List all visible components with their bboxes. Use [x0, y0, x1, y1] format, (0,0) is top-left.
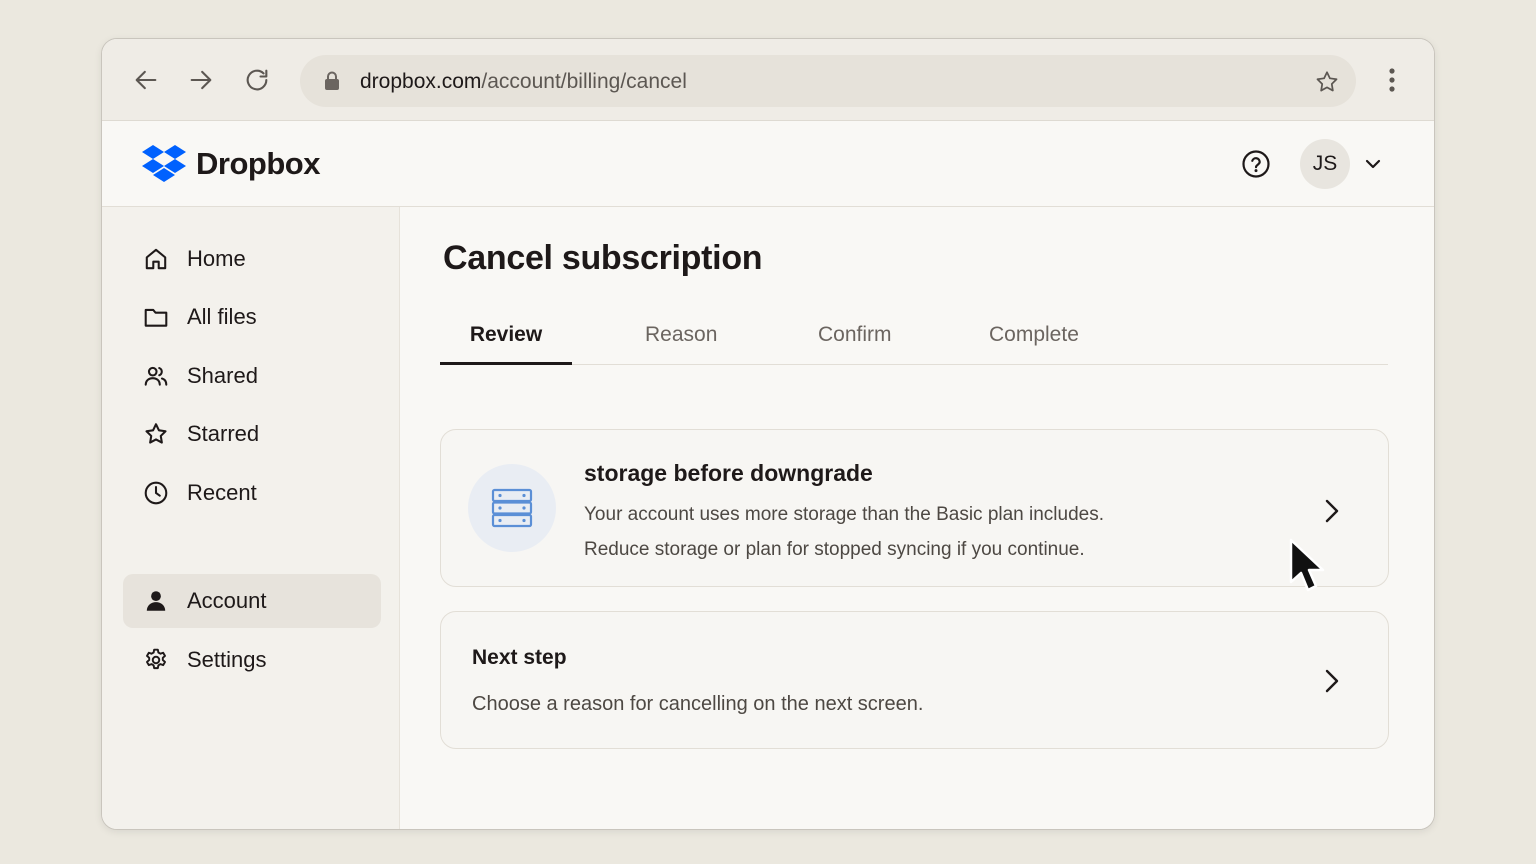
reload-button[interactable] — [242, 65, 272, 95]
card-title: storage before downgrade — [584, 460, 873, 486]
tab-label: Reason — [645, 323, 718, 346]
person-icon — [143, 588, 169, 614]
storage-warning-card[interactable]: storage before downgrade Your account us… — [440, 429, 1389, 587]
url-text: dropbox.com/account/billing/cancel — [360, 70, 687, 93]
app-header: Dropbox JS — [102, 121, 1434, 207]
folder-icon — [143, 304, 169, 330]
gear-icon — [143, 647, 169, 673]
tab-label: Complete — [989, 323, 1079, 346]
page-title: Cancel subscription — [443, 239, 763, 277]
sidebar-item-settings[interactable]: Settings — [123, 633, 381, 687]
star-icon — [143, 421, 169, 447]
help-button[interactable] — [1240, 148, 1272, 180]
sidebar-item-shared[interactable]: Shared — [123, 349, 381, 403]
tab-review[interactable]: Review — [440, 323, 572, 347]
chevron-right-icon — [1320, 666, 1344, 696]
forward-button[interactable] — [186, 65, 216, 95]
home-icon — [143, 246, 169, 272]
step-tabs: Review Reason Confirm Complete — [440, 311, 1388, 365]
arrow-left-icon — [135, 70, 157, 90]
brand-name: Dropbox — [196, 146, 320, 181]
card-description: Choose a reason for cancelling on the ne… — [472, 693, 924, 715]
tab-complete[interactable]: Complete — [989, 323, 1079, 347]
storage-icon-badge — [468, 464, 556, 552]
arrow-right-icon — [190, 70, 212, 90]
avatar[interactable]: JS — [1300, 139, 1350, 189]
chevron-down-icon — [1365, 159, 1381, 169]
more-vertical-icon — [1389, 68, 1395, 92]
sidebar-item-label: Shared — [187, 363, 258, 388]
card-description: Your account uses more storage than the … — [584, 504, 1105, 525]
tab-label: Confirm — [818, 323, 892, 346]
tab-confirm[interactable]: Confirm — [818, 323, 892, 347]
browser-toolbar: dropbox.com/account/billing/cancel — [102, 39, 1434, 121]
dropbox-logo-icon — [142, 145, 186, 182]
browser-menu-button[interactable] — [1380, 65, 1404, 95]
back-button[interactable] — [131, 65, 161, 95]
clock-icon — [143, 480, 169, 506]
lock-icon — [322, 70, 342, 97]
sidebar-item-label: Settings — [187, 647, 267, 672]
sidebar-item-label: Home — [187, 246, 246, 271]
address-bar[interactable]: dropbox.com/account/billing/cancel — [300, 55, 1356, 107]
sidebar-item-recent[interactable]: Recent — [123, 466, 381, 520]
card-description: Reduce storage or plan for stopped synci… — [584, 539, 1085, 560]
account-menu-toggle[interactable] — [1363, 154, 1383, 179]
storage-icon — [491, 488, 533, 528]
help-icon — [1242, 150, 1270, 178]
people-icon — [143, 363, 169, 389]
chevron-right-icon — [1320, 496, 1344, 526]
sidebar-item-label: Account — [187, 588, 267, 613]
sidebar-item-all-files[interactable]: All files — [123, 290, 381, 344]
sidebar-item-starred[interactable]: Starred — [123, 407, 381, 461]
reload-icon — [246, 69, 268, 91]
sidebar-item-label: Starred — [187, 421, 260, 446]
active-tab-indicator — [440, 362, 572, 365]
dropbox-logo[interactable]: Dropbox — [142, 145, 320, 183]
card-title: Next step — [472, 646, 567, 669]
main-content: Cancel subscription Review Reason Confir… — [400, 207, 1434, 829]
sidebar: Home All files Shared Starred Recent Acc… — [102, 207, 400, 829]
tab-label: Review — [469, 323, 543, 346]
bookmark-star-icon[interactable] — [1314, 69, 1340, 100]
sidebar-item-label: Recent — [187, 480, 257, 505]
browser-window: dropbox.com/account/billing/cancel Dropb… — [101, 38, 1435, 830]
avatar-initials: JS — [1312, 152, 1338, 175]
sidebar-item-label: All files — [187, 304, 257, 329]
sidebar-item-account[interactable]: Account — [123, 574, 381, 628]
tab-reason[interactable]: Reason — [645, 323, 717, 347]
next-step-card[interactable]: Next step Choose a reason for cancelling… — [440, 611, 1389, 749]
sidebar-item-home[interactable]: Home — [123, 232, 381, 286]
